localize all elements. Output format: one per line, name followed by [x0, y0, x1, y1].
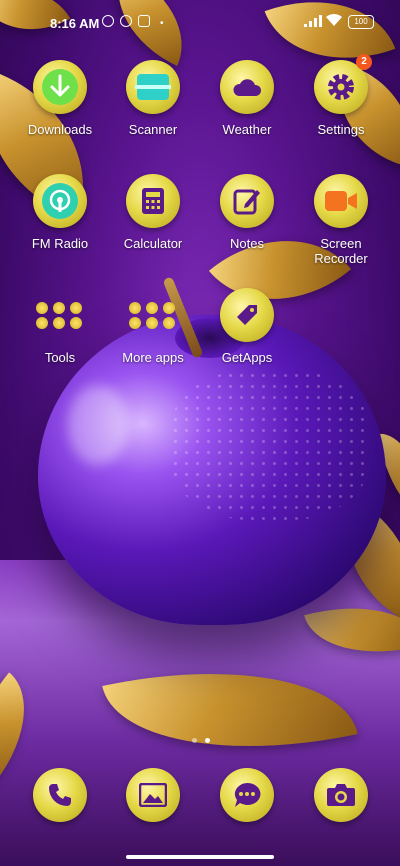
folder-app-icon [53, 301, 65, 314]
wifi-icon [326, 13, 342, 26]
camera-icon [327, 784, 355, 806]
app-downloads[interactable]: Downloads [15, 60, 105, 137]
apple-shine [68, 385, 128, 465]
folder-app-icon [163, 316, 175, 329]
settings-app-icon[interactable]: 2 [314, 54, 372, 114]
message-icon [234, 782, 261, 807]
folder-app-icon [146, 316, 158, 329]
camera-app-icon[interactable] [314, 768, 368, 822]
getapps-icon [237, 305, 257, 325]
app-fm-radio[interactable]: FM Radio [15, 174, 105, 251]
radio-icon [42, 183, 78, 219]
folder-app-icon [53, 316, 65, 329]
folder-app-icon [146, 301, 158, 314]
scanner-icon [135, 74, 171, 100]
page-dot [192, 738, 197, 743]
dock-camera[interactable] [296, 768, 386, 822]
dock-gallery[interactable] [108, 768, 198, 822]
app-settings[interactable]: 2 Settings [296, 54, 386, 137]
app-label: Scanner [128, 122, 178, 137]
more-apps-folder-icon[interactable] [126, 288, 180, 342]
folder-tools[interactable]: Tools [15, 288, 105, 365]
folder-app-icon [70, 301, 82, 314]
more-notifications-icon: • [160, 18, 164, 29]
weather-app-icon[interactable] [220, 60, 274, 114]
app-label: Screen Recorder [314, 236, 368, 266]
notes-app-icon[interactable] [220, 174, 274, 228]
app-label: Downloads [27, 122, 93, 137]
status-bar: 8:16 AM • 100 [0, 0, 400, 44]
calculator-app-icon[interactable] [126, 174, 180, 228]
app-weather[interactable]: Weather [202, 60, 292, 137]
gesture-home-bar[interactable] [126, 855, 274, 859]
app-getapps[interactable]: GetApps [202, 288, 292, 365]
app-label: FM Radio [31, 236, 89, 251]
folder-app-icon [129, 301, 141, 314]
weather-icon [233, 79, 262, 96]
app-label: Notes [230, 236, 264, 251]
screen-recorder-app-icon[interactable] [314, 174, 368, 228]
fm-radio-app-icon[interactable] [33, 174, 87, 228]
folder-app-icon [36, 316, 48, 329]
calculator-icon [142, 188, 164, 214]
app-label: Weather [222, 122, 272, 137]
battery-indicator: 100 [348, 15, 374, 29]
notification-icon [102, 15, 114, 27]
notification-badge: 2 [356, 54, 372, 70]
folder-more-apps[interactable]: More apps [108, 288, 198, 365]
app-label: Settings [317, 122, 365, 137]
gallery-icon [139, 783, 167, 807]
screen-recorder-icon [325, 191, 357, 211]
gallery-app-icon[interactable] [126, 768, 180, 822]
scanner-app-icon[interactable] [126, 60, 180, 114]
notification-icon [138, 15, 150, 27]
page-dot-active [205, 738, 210, 743]
folder-app-icon [36, 301, 48, 314]
notification-icon [120, 15, 132, 27]
folder-app-icon [163, 301, 175, 314]
status-time: 8:16 AM [50, 16, 100, 31]
phone-app-icon[interactable] [33, 768, 87, 822]
download-icon [42, 69, 78, 105]
folder-app-icon [129, 316, 141, 329]
app-label: GetApps [221, 350, 273, 365]
getapps-app-icon[interactable] [220, 288, 274, 342]
folder-app-icon [70, 316, 82, 329]
dock-messages[interactable] [202, 768, 292, 822]
phone-icon [49, 784, 71, 806]
tools-folder-icon[interactable] [33, 288, 87, 342]
apple-sparkle [170, 370, 370, 520]
messages-app-icon[interactable] [220, 768, 274, 822]
page-indicator[interactable] [188, 730, 214, 748]
downloads-app-icon[interactable] [33, 60, 87, 114]
app-label: More apps [122, 350, 184, 365]
app-calculator[interactable]: Calculator [108, 174, 198, 251]
app-scanner[interactable]: Scanner [108, 60, 198, 137]
dock-phone[interactable] [15, 768, 105, 822]
signal-icon [304, 15, 322, 27]
app-label: Tools [44, 350, 76, 365]
gear-icon [328, 74, 354, 100]
app-label: Calculator [123, 236, 183, 251]
notes-icon [233, 189, 260, 215]
app-notes[interactable]: Notes [202, 174, 292, 251]
app-screen-recorder[interactable]: Screen Recorder [296, 174, 386, 266]
